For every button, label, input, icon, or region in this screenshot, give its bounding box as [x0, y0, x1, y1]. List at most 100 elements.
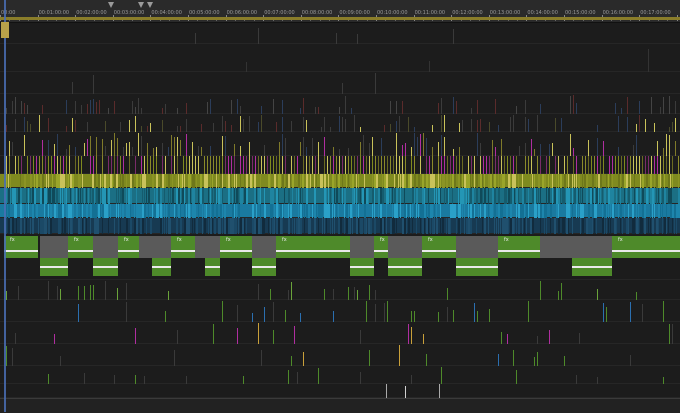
clip-sliver[interactable]: [342, 117, 343, 132]
clip-sliver[interactable]: [504, 156, 505, 174]
clip-sliver[interactable]: [176, 218, 178, 234]
clip-sliver[interactable]: [326, 218, 327, 234]
clip-sliver[interactable]: [597, 125, 598, 132]
clip-sliver[interactable]: [550, 204, 552, 218]
clip-sliver[interactable]: [600, 174, 602, 188]
clip-sliver[interactable]: [100, 188, 101, 204]
clip-sliver[interactable]: [568, 174, 569, 188]
clip-sliver[interactable]: [54, 144, 55, 156]
clip-sliver[interactable]: [260, 174, 261, 188]
clip-sliver[interactable]: [90, 218, 91, 234]
fx-icon[interactable]: fx: [504, 237, 509, 243]
clip-sliver[interactable]: [392, 188, 393, 204]
clip-sliver[interactable]: [612, 156, 613, 174]
clip-sliver[interactable]: [50, 218, 52, 234]
clip-sliver[interactable]: [630, 156, 631, 174]
clip-sliver[interactable]: [324, 218, 325, 234]
clip-sliver[interactable]: [350, 218, 351, 234]
video-clip[interactable]: fx: [612, 236, 680, 258]
clip-sliver[interactable]: [27, 121, 28, 132]
clip-sliver[interactable]: [573, 156, 574, 174]
clip-sliver[interactable]: [160, 188, 162, 204]
clip-sliver[interactable]: [672, 324, 673, 344]
clip-sliver[interactable]: [96, 137, 97, 156]
clip-sliver[interactable]: [356, 204, 357, 218]
clip-sliver[interactable]: [168, 147, 169, 156]
clip-sliver[interactable]: [662, 174, 663, 188]
clip-sliver[interactable]: [272, 204, 273, 218]
clip-sliver[interactable]: [144, 156, 145, 174]
clip-sliver[interactable]: [558, 291, 559, 300]
clip-sliver[interactable]: [436, 218, 438, 234]
clip-sliver[interactable]: [524, 188, 526, 204]
clip-sliver[interactable]: [396, 218, 397, 234]
clip-sliver[interactable]: [340, 188, 341, 204]
clip-sliver[interactable]: [518, 218, 520, 234]
clip-sliver[interactable]: [548, 188, 550, 204]
clip-sliver[interactable]: [261, 350, 262, 366]
clip-sliver[interactable]: [660, 107, 661, 114]
clip-sliver[interactable]: [180, 204, 181, 218]
clip-sliver[interactable]: [606, 174, 607, 188]
clip-sliver[interactable]: [291, 282, 292, 300]
clip-sliver[interactable]: [556, 174, 557, 188]
clip-sliver[interactable]: [399, 345, 400, 366]
clip-sliver[interactable]: [80, 188, 81, 204]
clip-sliver[interactable]: [549, 156, 550, 174]
clip-sliver[interactable]: [428, 218, 429, 234]
clip-sliver[interactable]: [338, 174, 340, 188]
clip-sliver[interactable]: [474, 303, 475, 322]
clip-sliver[interactable]: [411, 327, 412, 344]
clip-sliver[interactable]: [582, 188, 583, 204]
clip-sliver[interactable]: [300, 142, 301, 156]
clip-sliver[interactable]: [666, 204, 667, 218]
clip-sliver[interactable]: [492, 156, 493, 174]
clip-sliver[interactable]: [544, 218, 545, 234]
clip-sliver[interactable]: [222, 174, 223, 188]
clip-sliver[interactable]: [658, 218, 659, 234]
clip-sliver[interactable]: [285, 310, 286, 322]
clip-sliver[interactable]: [188, 218, 190, 234]
clip-sliver[interactable]: [273, 302, 274, 322]
video-clip[interactable]: fx: [118, 236, 139, 258]
clip-sliver[interactable]: [468, 188, 469, 204]
clip-sliver[interactable]: [88, 188, 89, 204]
clip-sliver[interactable]: [87, 104, 88, 114]
video-clip[interactable]: fx: [276, 236, 350, 258]
clip-sliver[interactable]: [408, 204, 409, 218]
clip-sliver[interactable]: [111, 140, 112, 156]
clip-sliver[interactable]: [256, 188, 257, 204]
clip-sliver[interactable]: [434, 188, 435, 204]
clip-sliver[interactable]: [357, 156, 358, 174]
clip-sliver[interactable]: [288, 290, 289, 300]
clip-sliver[interactable]: [16, 204, 17, 218]
video-clip-lower[interactable]: [205, 258, 220, 276]
clip-sliver[interactable]: [636, 188, 638, 204]
clip-sliver[interactable]: [228, 156, 229, 174]
clip-sliver[interactable]: [358, 218, 359, 234]
clip-sliver[interactable]: [135, 107, 136, 114]
clip-sliver[interactable]: [46, 204, 47, 218]
clip-sliver[interactable]: [538, 174, 540, 188]
clip-sliver[interactable]: [312, 204, 313, 218]
clip-sliver[interactable]: [282, 218, 283, 234]
clip-sliver[interactable]: [372, 137, 373, 156]
clip-sliver[interactable]: [336, 156, 337, 174]
clip-sliver[interactable]: [496, 218, 497, 234]
clip-sliver[interactable]: [22, 204, 24, 218]
track-row[interactable]: [0, 344, 680, 366]
clip-sliver[interactable]: [51, 156, 52, 174]
clip-sliver[interactable]: [270, 174, 271, 188]
clip-sliver[interactable]: [94, 174, 96, 188]
clip-sliver[interactable]: [57, 156, 58, 174]
clip-sliver[interactable]: [75, 101, 76, 114]
clip-sliver[interactable]: [332, 204, 333, 218]
clip-sliver[interactable]: [594, 156, 595, 174]
clip-sliver[interactable]: [231, 156, 232, 174]
clip-sliver[interactable]: [372, 204, 373, 218]
clip-sliver[interactable]: [168, 291, 169, 300]
clip-sliver[interactable]: [288, 188, 290, 204]
clip-sliver[interactable]: [171, 135, 172, 156]
clip-sliver[interactable]: [356, 188, 357, 204]
clip-sliver[interactable]: [456, 101, 457, 114]
